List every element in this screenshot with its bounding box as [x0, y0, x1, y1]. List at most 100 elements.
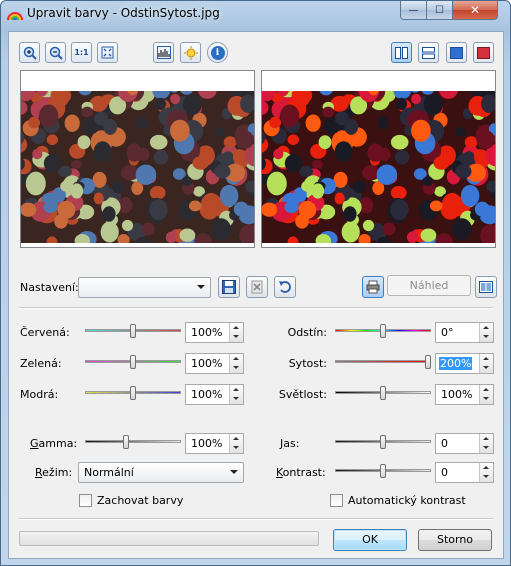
zoom-out-button[interactable] [45, 42, 66, 63]
auto-contrast-label[interactable]: Automatický kontrast [348, 494, 466, 507]
original-preview[interactable] [20, 70, 255, 248]
left-control-thumb[interactable] [130, 386, 136, 400]
brightness-spin[interactable]: 0 [435, 433, 494, 454]
contrast-spin[interactable]: 0 [435, 462, 494, 483]
right-control-thumb[interactable] [380, 386, 386, 400]
right-control-slider[interactable] [335, 355, 431, 369]
spin-up-icon [483, 466, 489, 469]
gamma-spin-arrows[interactable] [229, 434, 243, 453]
spin-down-icon [233, 446, 239, 449]
contrast-label: Kontrast: [276, 466, 326, 479]
left-control-spin-arrows[interactable] [229, 354, 243, 373]
left-control-spin[interactable]: 100% [185, 322, 244, 343]
actual-size-icon: 1:1 [74, 48, 89, 57]
right-control-spin-arrows[interactable] [479, 385, 493, 404]
left-control-value: 100% [191, 388, 223, 401]
brightness-label: Jas: [280, 437, 300, 450]
gamma-spin[interactable]: 100% [185, 433, 244, 454]
brightness-spin-arrows[interactable] [479, 434, 493, 453]
result-view-icon [477, 46, 490, 59]
spin-up-icon [483, 437, 489, 440]
contrast-spin-arrows[interactable] [479, 463, 493, 482]
separator [19, 307, 493, 309]
auto-contrast-checkbox[interactable] [330, 494, 343, 507]
original-view-button[interactable] [446, 42, 467, 63]
save-settings-button[interactable] [218, 276, 240, 298]
right-control-thumb[interactable] [425, 355, 431, 369]
gamma-thumb[interactable] [123, 435, 129, 449]
separator [19, 518, 493, 520]
right-control-spin[interactable]: 100% [435, 384, 494, 405]
brightness-thumb[interactable] [380, 435, 386, 449]
brightness-slider[interactable] [335, 435, 431, 449]
left-control-spin-arrows[interactable] [229, 323, 243, 342]
left-control-thumb[interactable] [130, 355, 136, 369]
right-control-slider[interactable] [335, 386, 431, 400]
left-control-slider[interactable] [85, 386, 181, 400]
effects-button[interactable] [180, 42, 201, 63]
left-control-thumb[interactable] [130, 324, 136, 338]
compare-panel-button[interactable] [475, 276, 497, 298]
ok-button[interactable]: OK [333, 529, 407, 551]
minimize-button[interactable]: — [400, 1, 427, 20]
delete-settings-button[interactable] [246, 276, 268, 298]
keep-colors-label[interactable]: Zachovat barvy [97, 494, 183, 507]
spin-down-icon [233, 397, 239, 400]
contrast-slider[interactable] [335, 464, 431, 478]
left-control-label: Zelená: [20, 357, 62, 370]
mode-combo[interactable]: Normální [78, 462, 244, 483]
right-control-spin[interactable]: 0° [435, 322, 494, 343]
undo-arrow-icon [279, 281, 291, 293]
right-control-spin-arrows[interactable] [479, 323, 493, 342]
spin-down-icon [233, 366, 239, 369]
actual-size-button[interactable]: 1:1 [71, 42, 92, 63]
spin-down-icon [233, 335, 239, 338]
right-control-spin-arrows[interactable] [479, 354, 493, 373]
right-control-value: 100% [441, 388, 473, 401]
contrast-thumb[interactable] [380, 464, 386, 478]
info-button[interactable]: i [207, 42, 228, 63]
title-bar[interactable]: Upravit barvy - OdstinSytost.jpg — ☐ ✕ [1, 1, 510, 27]
rainbow-app-icon [7, 12, 23, 21]
gamma-track [85, 440, 181, 443]
result-preview[interactable] [261, 70, 496, 248]
zoom-out-icon [49, 46, 63, 60]
left-control-slider[interactable] [85, 324, 181, 338]
zoom-in-icon [23, 46, 37, 60]
zoom-in-button[interactable] [19, 42, 40, 63]
spin-up-icon [233, 326, 239, 329]
settings-combo[interactable] [78, 277, 211, 298]
lock-preview-button[interactable] [362, 276, 384, 298]
side-by-side-view-button[interactable] [391, 42, 412, 63]
right-control-slider[interactable] [335, 324, 431, 338]
left-control-spin-arrows[interactable] [229, 385, 243, 404]
right-control-thumb[interactable] [380, 324, 386, 338]
split-view-icon [422, 46, 435, 59]
spin-up-icon [233, 357, 239, 360]
maximize-button[interactable]: ☐ [426, 1, 453, 20]
preview-button[interactable]: Náhled [387, 275, 471, 296]
spin-down-icon [483, 397, 489, 400]
keep-colors-checkbox[interactable] [79, 494, 92, 507]
left-control-spin[interactable]: 100% [185, 384, 244, 405]
split-view-button[interactable] [418, 42, 439, 63]
close-button[interactable]: ✕ [452, 1, 498, 20]
floppy-save-icon [222, 280, 236, 294]
delete-icon [251, 280, 263, 294]
histogram-button[interactable] [153, 42, 174, 63]
gamma-slider[interactable] [85, 435, 181, 449]
cancel-button[interactable]: Storno [418, 529, 492, 551]
spin-up-icon [483, 326, 489, 329]
result-view-button[interactable] [473, 42, 494, 63]
right-control-spin[interactable]: 200% [435, 353, 494, 374]
mode-value: Normální [84, 466, 134, 479]
original-berries-image [21, 91, 254, 243]
panels-icon [479, 281, 493, 293]
reset-button[interactable] [274, 276, 296, 298]
spin-down-icon [483, 335, 489, 338]
right-control-value: 200% [439, 357, 473, 370]
fit-window-button[interactable] [97, 42, 118, 63]
left-control-slider[interactable] [85, 355, 181, 369]
spin-down-icon [483, 446, 489, 449]
left-control-spin[interactable]: 100% [185, 353, 244, 374]
